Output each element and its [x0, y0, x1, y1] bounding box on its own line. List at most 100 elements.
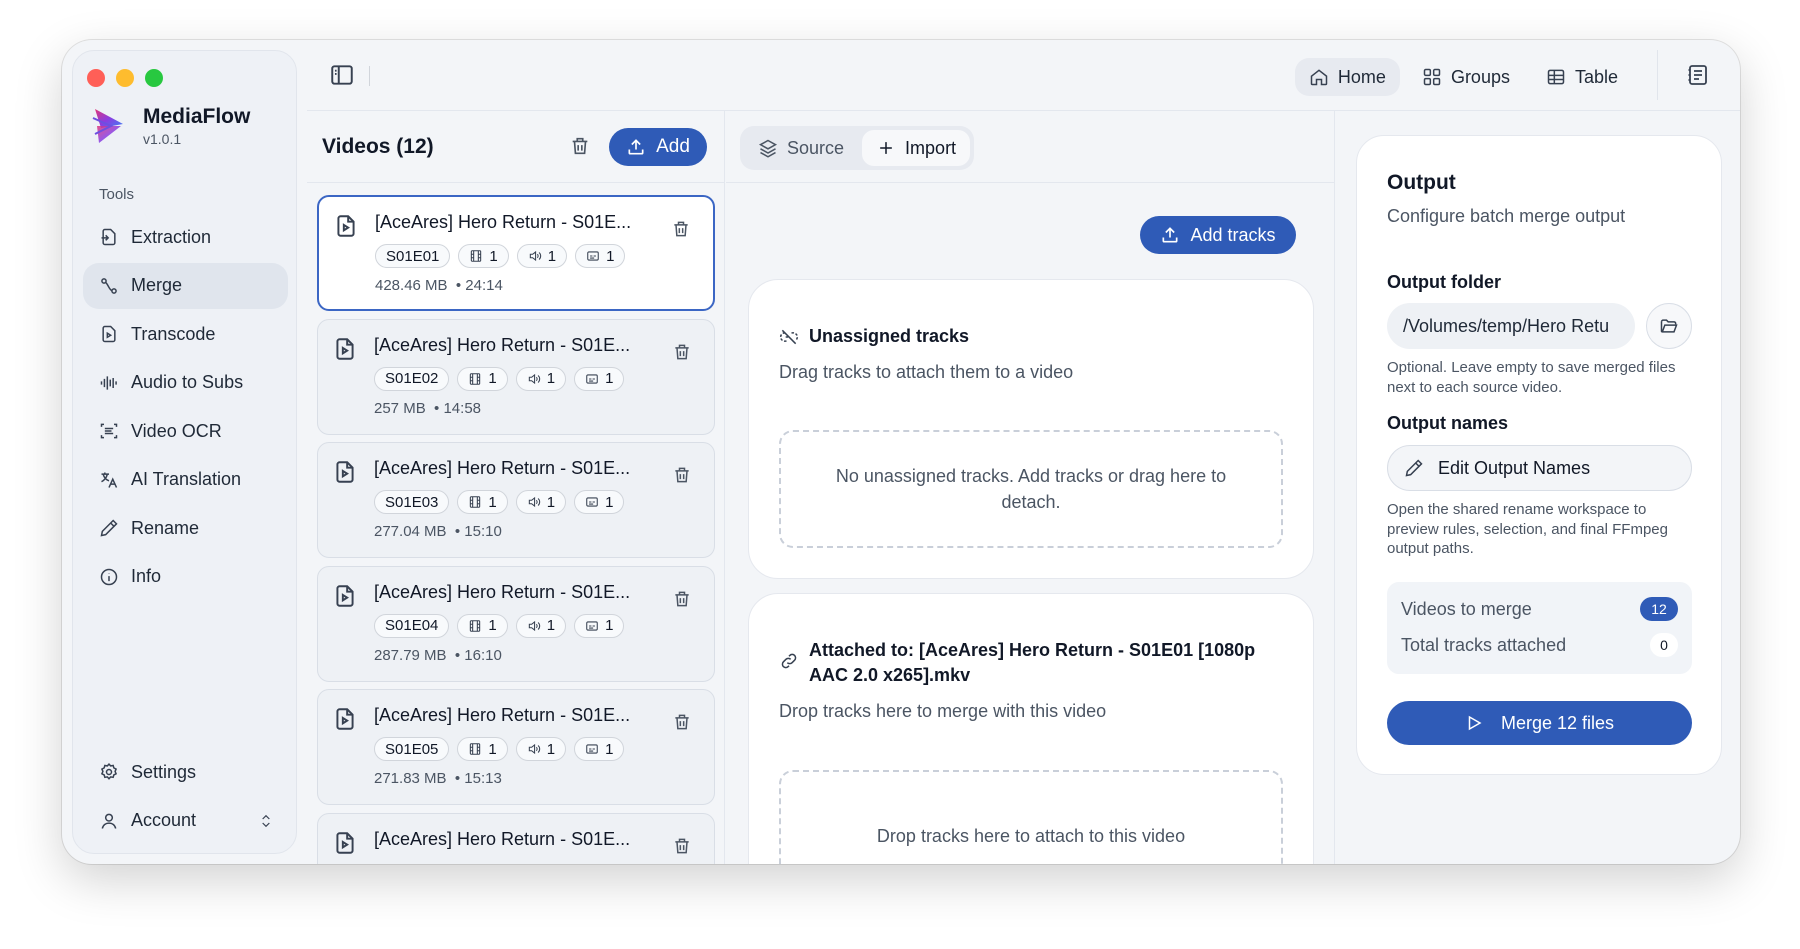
subtitles-icon — [586, 373, 598, 384]
video-card[interactable]: [AceAres] Hero Return - S01E... S01E02 1 1 1… — [317, 318, 715, 435]
episode-chip: S01E05 — [374, 737, 450, 761]
tab-home[interactable]: Home — [1294, 58, 1400, 96]
speaker-icon — [529, 250, 541, 262]
transcode-icon — [102, 325, 116, 343]
play-icon — [1468, 715, 1482, 731]
trash-icon[interactable] — [672, 836, 692, 856]
trash-icon[interactable] — [671, 219, 691, 239]
add-videos-button[interactable]: Add — [609, 128, 707, 166]
file-size: 271.83 MB — [374, 770, 447, 787]
attached-drop-text: Drop tracks here to attach to this video — [876, 826, 1186, 846]
sidebar-nav: Extraction Merge Transcode Audio to Subs… — [83, 214, 288, 602]
settings-label: Settings — [131, 761, 197, 782]
ocr-scan-icon — [100, 423, 118, 439]
merge-files-button[interactable]: Merge 12 files — [1387, 701, 1692, 745]
video-title: [AceAres] Hero Return - S01E... — [375, 212, 632, 232]
output-folder-input[interactable]: /Volumes/temp/Hero Retu — [1387, 303, 1635, 349]
stat-label: Total tracks attached — [1401, 634, 1567, 655]
video-card[interactable]: [AceAres] Hero Return - S01E... S01E03 1 1 1… — [317, 442, 715, 558]
tab-groups[interactable]: Groups — [1408, 58, 1524, 96]
trash-icon[interactable] — [672, 712, 692, 732]
episode-chip: S01E03 — [374, 490, 450, 514]
tab-label: Import — [905, 137, 957, 158]
subtitles-icon — [586, 497, 598, 507]
videos-to-merge-row: Videos to merge 12 — [1401, 596, 1678, 622]
speaker-icon — [528, 373, 540, 384]
sidebar-item-settings[interactable]: Settings — [83, 749, 288, 795]
sidebar-toggle-icon[interactable] — [329, 62, 355, 88]
video-chips: S01E04 1 1 1 — [374, 613, 625, 638]
browse-folder-button[interactable] — [1646, 303, 1692, 349]
trash-icon[interactable] — [672, 342, 692, 362]
output-panel: Output Configure batch merge output Outp… — [1336, 111, 1740, 864]
zoom-window-button[interactable] — [145, 69, 163, 87]
video-card[interactable]: [AceAres] Hero Return - S01E... S01E05 1 1 1… — [317, 689, 715, 805]
video-card[interactable]: [AceAres] Hero Return - S01E... S01E04 1 1 1… — [317, 565, 715, 682]
sidebar-item-rename[interactable]: Rename — [83, 505, 288, 551]
unassigned-dropzone[interactable]: No unassigned tracks. Add tracks or drag… — [779, 430, 1283, 548]
tab-source[interactable]: Source — [744, 130, 858, 166]
duration: • 16:10 — [454, 646, 502, 664]
audio-track-chip: 1 — [515, 490, 567, 514]
unlink-icon — [779, 329, 799, 345]
unassigned-tracks-card: Unassigned tracks Drag tracks to attach … — [748, 279, 1314, 579]
tracks-panel: Source Import Add tracks Unassigned trac… — [726, 111, 1335, 864]
add-tracks-button[interactable]: Add tracks — [1140, 216, 1296, 254]
video-track-chip: 1 — [457, 490, 508, 514]
tab-label: Table — [1574, 66, 1618, 87]
sidebar-item-extraction[interactable]: Extraction — [83, 214, 288, 260]
video-file-icon — [337, 215, 355, 237]
sidebar-item-info[interactable]: Info — [83, 554, 288, 600]
grid-icon — [1423, 68, 1441, 86]
toolbar-divider — [1657, 50, 1658, 100]
subtitle-track-count: 1 — [605, 493, 614, 511]
edit-output-names-button[interactable]: Edit Output Names — [1387, 445, 1692, 491]
videos-panel: Videos (12) Add [AceAres] Hero Return - … — [307, 111, 725, 864]
audio-track-chip: 1 — [515, 737, 567, 761]
attached-dropzone[interactable]: Drop tracks here to attach to this video — [779, 770, 1283, 864]
video-card[interactable]: [AceAres] Hero Return - S01E... S01E01 1 1 1… — [317, 195, 715, 311]
episode-chip: S01E04 — [374, 613, 450, 638]
clear-all-trash-icon[interactable] — [569, 135, 591, 157]
video-track-chip: 1 — [457, 613, 508, 638]
top-bar: Home Groups Table — [307, 40, 1740, 111]
sidebar-item-label: AI Translation — [131, 469, 242, 489]
video-meta: 277.04 MB • 15:10 — [374, 523, 502, 540]
attached-title-text: Attached to: [AceAres] Hero Return - S01… — [809, 640, 1256, 685]
video-file-icon — [336, 831, 354, 854]
layers-icon — [758, 139, 778, 158]
subtitle-track-chip: 1 — [574, 490, 625, 514]
log-panel-icon[interactable] — [1686, 63, 1710, 87]
video-title: [AceAres] Hero Return - S01E... — [374, 828, 631, 849]
toolbar-divider — [369, 66, 370, 86]
video-file-icon — [336, 337, 354, 360]
output-names-hint: Open the shared rename workspace to prev… — [1387, 501, 1668, 557]
app-name: MediaFlow — [143, 105, 251, 128]
view-switcher: Home Groups Table — [1294, 58, 1632, 96]
trash-icon[interactable] — [672, 465, 692, 485]
subtitles-icon — [586, 744, 598, 754]
sidebar-item-label: Info — [131, 566, 162, 586]
speaker-icon — [528, 620, 540, 631]
close-window-button[interactable] — [87, 69, 105, 87]
account-menu[interactable]: Account — [83, 798, 288, 844]
sidebar-item-audio-to-subs[interactable]: Audio to Subs — [83, 360, 288, 406]
minimize-window-button[interactable] — [116, 69, 134, 87]
attached-subtitle: Drop tracks here to merge with this vide… — [779, 701, 1107, 721]
sidebar-item-transcode[interactable]: Transcode — [83, 311, 288, 357]
video-card[interactable]: [AceAres] Hero Return - S01E... — [317, 812, 715, 864]
film-icon — [471, 250, 482, 262]
sidebar-item-ai-translation[interactable]: AI Translation — [83, 457, 288, 503]
tab-import[interactable]: Import — [862, 130, 971, 166]
trash-icon[interactable] — [672, 589, 692, 609]
tools-section-label: Tools — [99, 186, 135, 203]
sidebar-item-video-ocr[interactable]: Video OCR — [83, 408, 288, 454]
audio-track-chip: 1 — [516, 244, 568, 268]
video-meta: 287.79 MB • 16:10 — [374, 647, 502, 664]
tab-table[interactable]: Table — [1532, 58, 1632, 96]
plus-icon — [880, 142, 892, 154]
duration: • 15:10 — [454, 523, 502, 540]
sidebar-item-label: Merge — [131, 275, 183, 295]
video-meta: 428.46 MB • 24:14 — [375, 277, 503, 294]
sidebar-item-merge[interactable]: Merge — [83, 262, 288, 309]
